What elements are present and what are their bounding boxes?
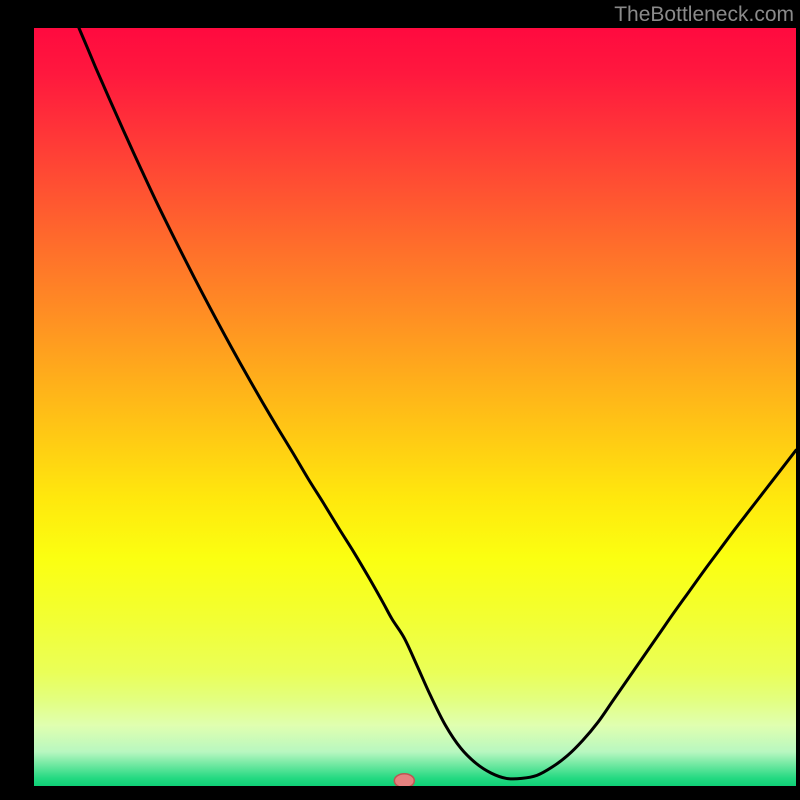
plot-area (32, 28, 796, 788)
watermark-text: TheBottleneck.com (614, 3, 794, 27)
gradient-background (34, 28, 796, 786)
chart-frame: TheBottleneck.com (0, 0, 800, 800)
plot-svg (34, 28, 796, 786)
optimal-point-marker (394, 774, 414, 786)
